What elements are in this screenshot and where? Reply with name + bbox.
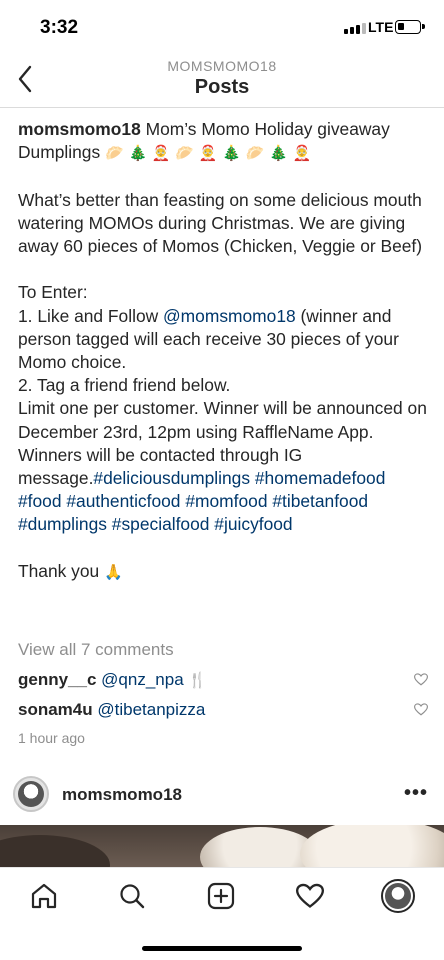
battery-icon xyxy=(395,20,425,34)
hashtag-link[interactable]: #momfood xyxy=(185,491,267,511)
caption-paragraph: What’s better than feasting on some deli… xyxy=(18,189,423,256)
mention-link[interactable]: @momsmomo18 xyxy=(163,306,296,326)
caption-thanks: Thank you 🙏 xyxy=(18,560,432,584)
hashtag-link[interactable]: #specialfood xyxy=(112,514,210,534)
view-all-comments-link[interactable]: View all 7 comments xyxy=(18,640,174,660)
comment-mention[interactable]: @tibetanpizza xyxy=(97,700,205,719)
comment-row: sonam4u @tibetanpizza xyxy=(18,700,428,720)
pray-emoji: 🙏 xyxy=(104,562,123,581)
signal-icon xyxy=(344,23,366,34)
caption-step-1: 1. Like and Follow @momsmomo18 (winner a… xyxy=(18,305,432,375)
caption-to-enter: To Enter: xyxy=(18,282,88,303)
avatar[interactable] xyxy=(13,776,49,812)
comment-mention[interactable]: @qnz_npa xyxy=(101,670,184,689)
network-label: LTE xyxy=(368,19,394,35)
comment-row: genny__c @qnz_npa 🍴 xyxy=(18,670,428,690)
profile-avatar-icon xyxy=(381,879,415,913)
caption-step-2: 2. Tag a friend friend below. xyxy=(18,375,231,396)
like-comment-heart-icon[interactable] xyxy=(414,703,428,716)
like-comment-heart-icon[interactable] xyxy=(414,673,428,686)
hashtag-link[interactable]: #food xyxy=(18,491,62,511)
step1-prefix: 1. Like and Follow xyxy=(18,305,164,326)
bottom-tab-bar xyxy=(0,867,444,960)
post-image[interactable] xyxy=(0,825,444,867)
post-timestamp: 1 hour ago xyxy=(18,730,85,746)
hashtag-link[interactable]: #juicyfood xyxy=(214,514,292,534)
status-time: 3:32 xyxy=(40,17,79,38)
thanks-text: Thank you xyxy=(18,560,100,581)
home-indicator xyxy=(142,946,302,951)
page-header: MOMSMOMO18 Posts xyxy=(0,52,444,108)
add-post-icon xyxy=(207,882,235,910)
caption-limit: Limit one per customer. Winner will be a… xyxy=(18,397,432,536)
search-icon xyxy=(120,884,145,909)
tab-profile[interactable] xyxy=(378,878,418,914)
hashtag-link[interactable]: #deliciousdumplings xyxy=(93,468,250,488)
home-icon xyxy=(31,883,57,909)
post-caption: momsmomo18 Mom’s Momo Holiday giveaway D… xyxy=(18,118,432,584)
comment-emoji: 🍴 xyxy=(188,671,208,689)
tab-add-post[interactable] xyxy=(201,878,241,914)
heart-icon xyxy=(296,883,324,908)
comment-username[interactable]: sonam4u xyxy=(18,700,93,719)
next-post-header: momsmomo18 ••• xyxy=(0,770,444,824)
page-title: Posts xyxy=(194,76,250,98)
status-bar: 3:32 LTE xyxy=(0,0,444,52)
comment-username[interactable]: genny__c xyxy=(18,670,96,689)
hashtag-link[interactable]: #homemadefood xyxy=(255,468,386,488)
post-username[interactable]: momsmomo18 xyxy=(62,785,182,805)
caption-title-line: momsmomo18 Mom’s Momo Holiday giveaway D… xyxy=(18,118,432,165)
caption-emojis: 🥟 🎄 🤶 🥟 🤶 🎄 🥟 🎄 🤶 xyxy=(105,144,312,163)
tab-activity[interactable] xyxy=(290,878,330,914)
hashtag-link[interactable]: #dumplings xyxy=(18,514,107,534)
header-username: MOMSMOMO18 xyxy=(167,58,277,74)
hashtag-link[interactable]: #authenticfood xyxy=(66,491,180,511)
tab-home[interactable] xyxy=(24,878,64,914)
caption-username[interactable]: momsmomo18 xyxy=(18,119,141,139)
more-options-button[interactable]: ••• xyxy=(404,782,428,805)
hashtag-link[interactable]: #tibetanfood xyxy=(272,491,368,511)
tab-search[interactable] xyxy=(112,878,152,914)
